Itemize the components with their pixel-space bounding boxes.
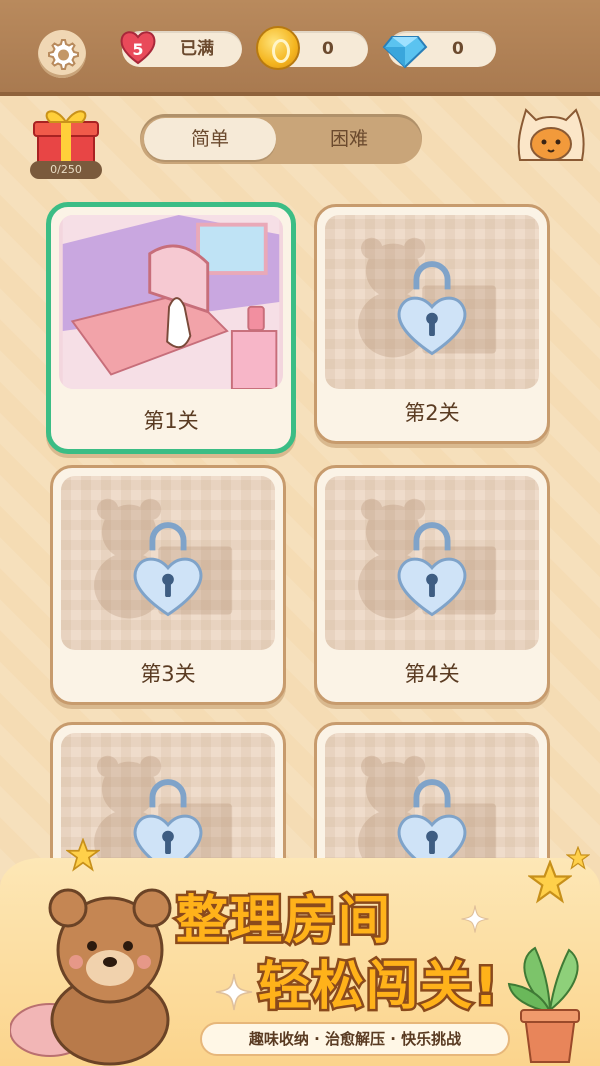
level-card-1[interactable]: 第1关 bbox=[46, 202, 296, 454]
banner-subtitle: 趣味收纳 · 治愈解压 · 快乐挑战 bbox=[200, 1022, 510, 1056]
tab-hard[interactable]: 困难 bbox=[280, 118, 418, 160]
level-1-thumbnail bbox=[59, 215, 283, 389]
sparkle-icon bbox=[461, 905, 489, 933]
level-card-4[interactable]: 第4关 bbox=[314, 465, 550, 705]
level-label: 第2关 bbox=[404, 401, 460, 425]
coins-count: 0 bbox=[322, 39, 334, 59]
teddy-bear-icon bbox=[10, 888, 172, 1066]
tab-easy[interactable]: 简单 bbox=[144, 118, 276, 160]
gems-pill[interactable]: 0 bbox=[382, 31, 496, 69]
level-3-thumbnail bbox=[61, 476, 275, 650]
level-4-thumbnail bbox=[325, 476, 539, 650]
cat-avatar-icon[interactable] bbox=[512, 100, 590, 172]
gift-progress: 0/250 bbox=[30, 161, 102, 179]
level-label: 第1关 bbox=[143, 409, 199, 433]
potted-plant-icon bbox=[507, 946, 580, 1063]
difficulty-tabs: 简单 困难 bbox=[140, 114, 422, 164]
level-card-2[interactable]: 第2关 bbox=[314, 204, 550, 444]
bedroom-image bbox=[62, 215, 280, 389]
star-icon bbox=[66, 838, 100, 872]
level-card-3[interactable]: 第3关 bbox=[50, 465, 286, 705]
settings-button[interactable] bbox=[38, 30, 86, 78]
level-2-thumbnail bbox=[325, 215, 539, 389]
lives-status: 已满 bbox=[180, 39, 214, 59]
lives-count: 5 bbox=[132, 40, 144, 59]
coin-icon bbox=[256, 26, 300, 70]
sparkle-icon bbox=[215, 973, 253, 1011]
level-label: 第3关 bbox=[140, 662, 196, 686]
lock-icon bbox=[358, 498, 497, 619]
level-label: 第4关 bbox=[404, 662, 460, 686]
lock-icon bbox=[358, 237, 497, 358]
gems-count: 0 bbox=[452, 39, 464, 59]
lives-pill[interactable]: 5 已满 bbox=[120, 31, 242, 67]
star-icon bbox=[566, 846, 590, 870]
top-bar: 5 已满 0 0 bbox=[0, 0, 600, 96]
banner-title-line2: 轻松闯关! bbox=[256, 955, 501, 1020]
coins-pill[interactable]: 0 bbox=[256, 26, 368, 70]
gear-icon bbox=[48, 39, 79, 70]
diamond-icon bbox=[382, 36, 428, 69]
lock-icon bbox=[94, 498, 233, 619]
banner-title-line1: 整理房间 bbox=[173, 889, 393, 954]
